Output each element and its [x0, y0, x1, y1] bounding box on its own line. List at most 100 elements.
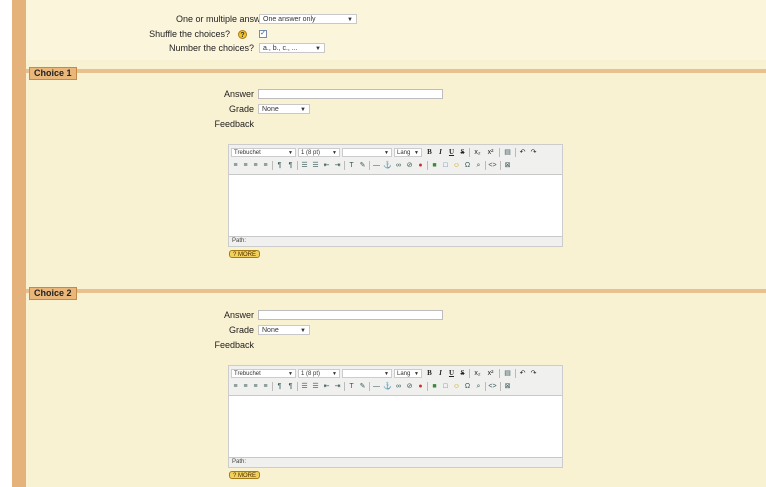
- strike-button[interactable]: S: [458, 369, 467, 378]
- clean-word-icon[interactable]: ▤: [503, 369, 512, 378]
- toolbar-separator: [427, 382, 428, 391]
- smiley-icon[interactable]: ☺: [452, 161, 461, 170]
- underline-button[interactable]: U: [447, 148, 456, 157]
- help-icon[interactable]: ?: [238, 30, 247, 39]
- rtl-icon[interactable]: ¶: [286, 382, 295, 391]
- ordered-list-icon[interactable]: ☰: [300, 161, 309, 170]
- align-left-icon[interactable]: ≡: [231, 382, 240, 391]
- nolink-icon[interactable]: ●: [416, 382, 425, 391]
- rtl-icon[interactable]: ¶: [286, 161, 295, 170]
- style-select[interactable]: ▼: [342, 148, 392, 157]
- feedback-editor[interactable]: Trebuchet ▼ 1 (8 pt) ▼ ▼ Lang ▼ B I U S x₂ …: [228, 144, 563, 247]
- grade-select[interactable]: None ▼: [258, 104, 310, 114]
- bold-button[interactable]: B: [425, 148, 434, 157]
- grade-select-value: None: [262, 106, 279, 113]
- answer-label: Answer: [223, 310, 254, 320]
- special-char-icon[interactable]: Ω: [463, 382, 472, 391]
- font-select-value: Trebuchet: [234, 150, 261, 156]
- superscript-button[interactable]: x²: [486, 369, 495, 378]
- toolbar-separator: [500, 161, 501, 170]
- feedback-editor[interactable]: Trebuchet ▼ 1 (8 pt) ▼ ▼ Lang ▼ B I U S x₂ …: [228, 365, 563, 468]
- single-select[interactable]: One answer only ▼: [259, 14, 357, 24]
- background-color-icon[interactable]: ✎: [358, 382, 367, 391]
- html-source-icon[interactable]: <>: [488, 382, 497, 391]
- lang-select[interactable]: Lang ▼: [394, 148, 422, 157]
- font-select[interactable]: Trebuchet ▼: [231, 148, 296, 157]
- anchor-icon[interactable]: ⚓: [383, 382, 392, 391]
- unordered-list-icon[interactable]: ☰: [311, 161, 320, 170]
- background-color-icon[interactable]: ✎: [358, 161, 367, 170]
- unlink-icon[interactable]: ⊘: [405, 382, 414, 391]
- undo-button[interactable]: ↶: [518, 369, 527, 378]
- font-select[interactable]: Trebuchet ▼: [231, 369, 296, 378]
- grade-label: Grade: [228, 325, 254, 335]
- justify-icon[interactable]: ≡: [261, 382, 270, 391]
- text-color-icon[interactable]: T: [347, 161, 356, 170]
- size-select[interactable]: 1 (8 pt) ▼: [298, 369, 340, 378]
- lang-select-value: Lang: [397, 371, 411, 377]
- subscript-button[interactable]: x₂: [473, 148, 482, 157]
- ltr-icon[interactable]: ¶: [275, 382, 284, 391]
- table-icon[interactable]: □: [441, 161, 450, 170]
- outdent-icon[interactable]: ⇤: [322, 382, 331, 391]
- subscript-button[interactable]: x₂: [473, 369, 482, 378]
- horizontal-rule-icon[interactable]: —: [372, 382, 381, 391]
- redo-button[interactable]: ↷: [529, 369, 538, 378]
- superscript-button[interactable]: x²: [486, 148, 495, 157]
- ordered-list-icon[interactable]: ☰: [300, 382, 309, 391]
- editor-textarea[interactable]: [229, 174, 562, 237]
- editor-help-button[interactable]: ? MORE: [229, 471, 261, 479]
- html-source-icon[interactable]: <>: [488, 161, 497, 170]
- image-icon[interactable]: ■: [430, 161, 439, 170]
- italic-button[interactable]: I: [436, 148, 445, 157]
- image-icon[interactable]: ■: [430, 382, 439, 391]
- search-replace-icon[interactable]: ⌕: [474, 382, 483, 391]
- italic-button[interactable]: I: [436, 369, 445, 378]
- fullscreen-icon[interactable]: ⊠: [503, 161, 512, 170]
- strike-button[interactable]: S: [458, 148, 467, 157]
- justify-icon[interactable]: ≡: [261, 161, 270, 170]
- editor-help-button[interactable]: ? MORE: [229, 250, 261, 258]
- link-icon[interactable]: ∞: [394, 382, 403, 391]
- answer-input[interactable]: [258, 310, 443, 320]
- undo-button[interactable]: ↶: [518, 148, 527, 157]
- bold-button[interactable]: B: [425, 369, 434, 378]
- table-icon[interactable]: □: [441, 382, 450, 391]
- size-select[interactable]: 1 (8 pt) ▼: [298, 148, 340, 157]
- underline-button[interactable]: U: [447, 369, 456, 378]
- fullscreen-icon[interactable]: ⊠: [503, 382, 512, 391]
- editor-textarea[interactable]: [229, 395, 562, 458]
- align-left-icon[interactable]: ≡: [231, 161, 240, 170]
- chevron-down-icon: ▼: [315, 46, 321, 52]
- number-label: Number the choices?: [168, 43, 254, 53]
- outdent-icon[interactable]: ⇤: [322, 161, 331, 170]
- shuffle-label: Shuffle the choices?: [149, 29, 230, 39]
- shuffle-checkbox[interactable]: ✓: [259, 30, 267, 38]
- horizontal-rule-icon[interactable]: —: [372, 161, 381, 170]
- text-color-icon[interactable]: T: [347, 382, 356, 391]
- unlink-icon[interactable]: ⊘: [405, 161, 414, 170]
- indent-icon[interactable]: ⇥: [333, 161, 342, 170]
- align-center-icon[interactable]: ≡: [241, 161, 250, 170]
- anchor-icon[interactable]: ⚓: [383, 161, 392, 170]
- smiley-icon[interactable]: ☺: [452, 382, 461, 391]
- lang-select[interactable]: Lang ▼: [394, 369, 422, 378]
- grade-select[interactable]: None ▼: [258, 325, 310, 335]
- nolink-icon[interactable]: ●: [416, 161, 425, 170]
- align-center-icon[interactable]: ≡: [241, 382, 250, 391]
- left-border: [12, 0, 26, 487]
- align-right-icon[interactable]: ≡: [251, 382, 260, 391]
- ltr-icon[interactable]: ¶: [275, 161, 284, 170]
- align-right-icon[interactable]: ≡: [251, 161, 260, 170]
- style-select[interactable]: ▼: [342, 369, 392, 378]
- link-icon[interactable]: ∞: [394, 161, 403, 170]
- special-char-icon[interactable]: Ω: [463, 161, 472, 170]
- redo-button[interactable]: ↷: [529, 148, 538, 157]
- clean-word-icon[interactable]: ▤: [503, 148, 512, 157]
- indent-icon[interactable]: ⇥: [333, 382, 342, 391]
- number-select[interactable]: a., b., c., ... ▼: [259, 43, 325, 53]
- unordered-list-icon[interactable]: ☰: [311, 382, 320, 391]
- choice-2-legend: Choice 2: [29, 287, 77, 300]
- answer-input[interactable]: [258, 89, 443, 99]
- search-replace-icon[interactable]: ⌕: [474, 161, 483, 170]
